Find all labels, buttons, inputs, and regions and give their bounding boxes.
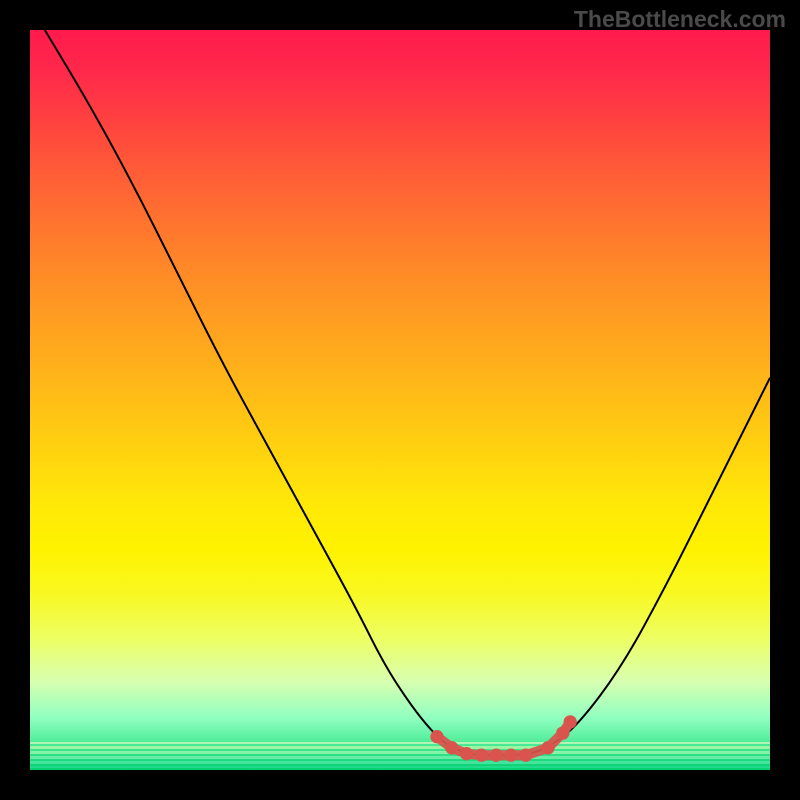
optimal-range-dots — [430, 715, 577, 762]
bottleneck-curve — [45, 30, 770, 755]
watermark-text: TheBottleneck.com — [574, 6, 786, 33]
chart-svg — [30, 30, 770, 770]
chart-plot-area — [30, 30, 770, 770]
